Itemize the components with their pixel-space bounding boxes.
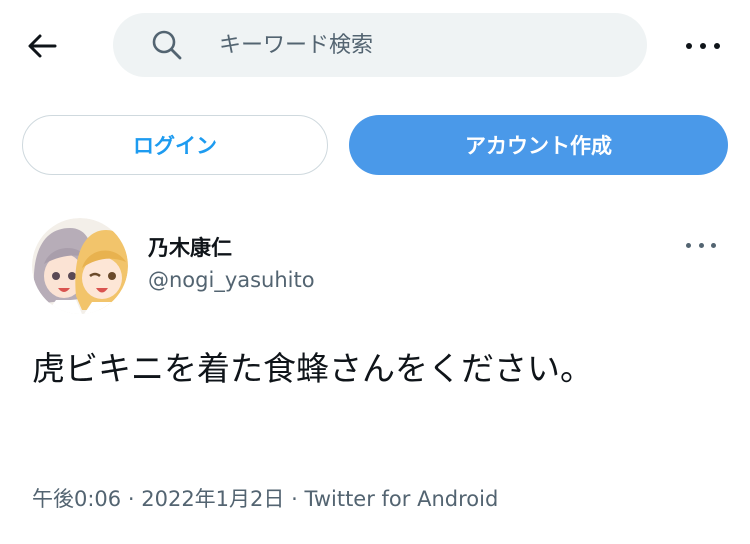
search-input[interactable]	[219, 32, 599, 58]
search-bar[interactable]	[113, 13, 647, 77]
tweet-text: 虎ビキニを着た食蜂さんをください。	[32, 349, 593, 388]
more-horizontal-icon	[686, 242, 691, 248]
search-icon	[151, 29, 183, 61]
login-button[interactable]: ログイン	[22, 115, 328, 175]
more-horizontal-icon	[686, 43, 692, 49]
more-horizontal-icon	[714, 43, 720, 49]
tweet-more-button[interactable]	[686, 241, 716, 249]
more-options-button[interactable]	[686, 40, 720, 52]
tweet-source[interactable]: Twitter for Android	[304, 487, 498, 511]
meta-separator: ·	[127, 487, 135, 511]
user-handle[interactable]: @nogi_yasuhito	[148, 268, 315, 292]
arrow-left-icon	[28, 34, 57, 58]
create-account-button[interactable]: アカウント作成	[349, 115, 728, 175]
meta-separator: ·	[291, 487, 298, 511]
display-name[interactable]: 乃木康仁	[148, 232, 232, 262]
top-bar	[0, 0, 750, 90]
tweet-meta: 午後0:06 · 2022年1月2日 · Twitter for Android	[32, 483, 498, 513]
more-horizontal-icon	[700, 43, 706, 49]
tweet-date[interactable]: 2022年1月2日	[141, 487, 284, 511]
avatar[interactable]	[32, 218, 128, 314]
back-button[interactable]	[22, 28, 62, 64]
more-horizontal-icon	[698, 242, 704, 248]
more-horizontal-icon	[711, 242, 716, 248]
tweet-time[interactable]: 午後0:06	[32, 487, 121, 511]
